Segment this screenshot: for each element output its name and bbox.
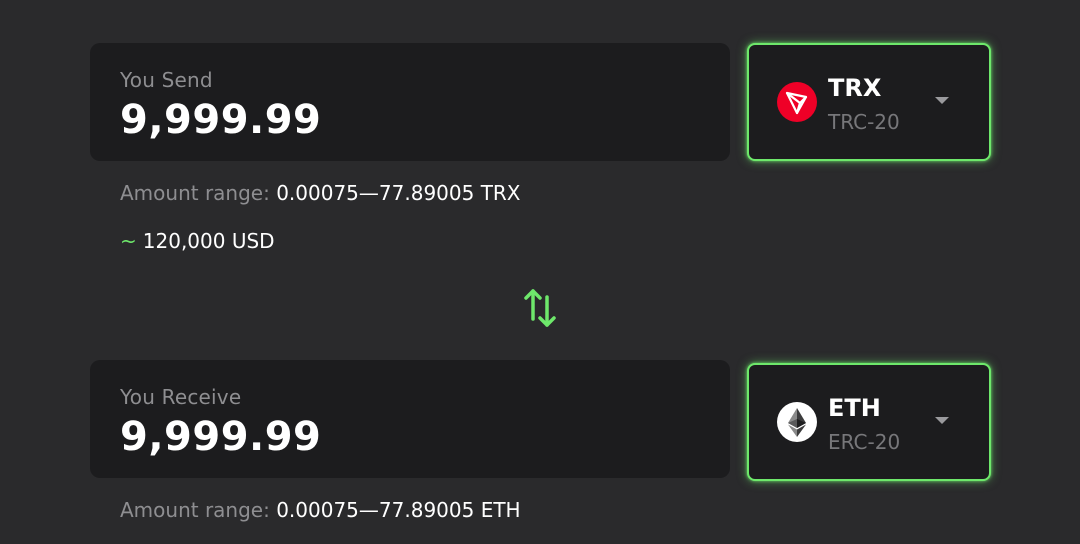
approx-tilde: ~ bbox=[120, 229, 137, 253]
receive-amount-value: 9,999.99 bbox=[120, 414, 322, 460]
receive-range-label: Amount range: bbox=[120, 498, 270, 522]
receive-amount-box[interactable]: You Receive 9,999.99 bbox=[90, 360, 730, 478]
send-currency-selector[interactable]: TRX TRC-20 bbox=[747, 43, 991, 161]
tron-logo-icon bbox=[777, 82, 817, 122]
send-range-value: 0.00075—77.89005 TRX bbox=[276, 181, 521, 205]
send-currency-network: TRC-20 bbox=[828, 110, 900, 134]
send-label: You Send bbox=[120, 68, 213, 92]
receive-range-value: 0.00075—77.89005 ETH bbox=[276, 498, 521, 522]
send-currency-ticker: TRX bbox=[828, 74, 882, 102]
receive-label: You Receive bbox=[120, 385, 242, 409]
chevron-down-icon bbox=[935, 417, 949, 424]
send-amount-box[interactable]: You Send 9,999.99 bbox=[90, 43, 730, 161]
send-amount-input[interactable]: 9,999.99 bbox=[120, 97, 700, 143]
receive-currency-network: ERC-20 bbox=[828, 430, 901, 454]
chevron-down-icon bbox=[935, 97, 949, 104]
send-usd-estimate: ~120,000 USD bbox=[120, 228, 275, 254]
send-amount-range: Amount range: 0.00075—77.89005 TRX bbox=[120, 180, 521, 206]
usd-value: 120,000 USD bbox=[142, 229, 275, 253]
exchange-form: You Send 9,999.99 TRX TRC-20 Amount rang… bbox=[0, 0, 1080, 544]
receive-amount-range: Amount range: 0.00075—77.89005 ETH bbox=[120, 497, 521, 523]
receive-currency-selector[interactable]: ETH ERC-20 bbox=[747, 363, 991, 481]
ethereum-logo-icon bbox=[777, 402, 817, 442]
send-range-label: Amount range: bbox=[120, 181, 270, 205]
swap-arrows-icon[interactable] bbox=[520, 286, 560, 330]
receive-currency-ticker: ETH bbox=[828, 394, 881, 422]
